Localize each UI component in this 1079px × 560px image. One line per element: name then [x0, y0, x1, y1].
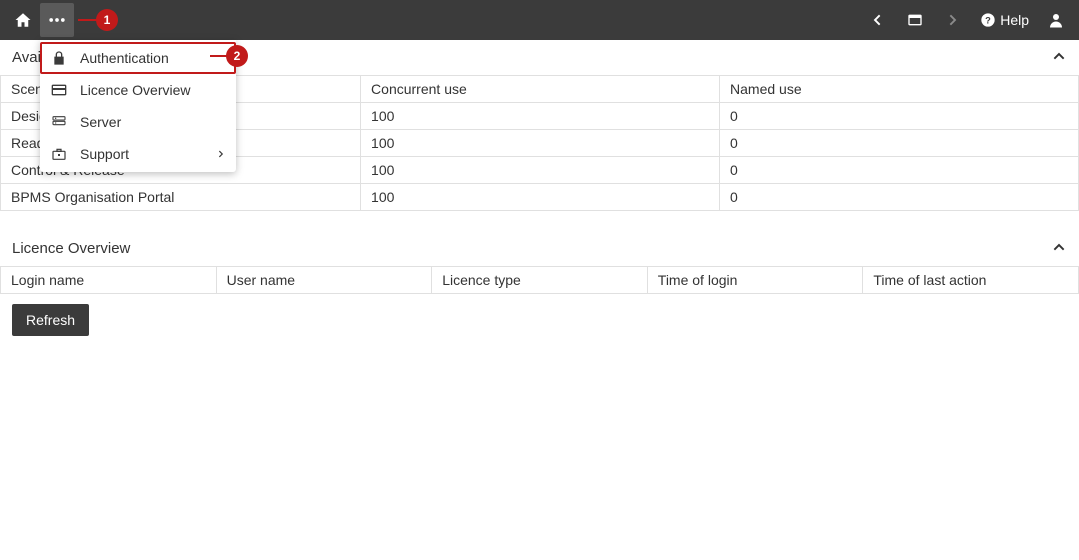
cell-named: 0 [720, 130, 1079, 157]
home-button[interactable] [6, 3, 40, 37]
svg-text:?: ? [985, 15, 991, 25]
chevron-up-icon [1051, 48, 1067, 67]
more-menu-button[interactable] [40, 3, 74, 37]
support-icon [50, 145, 68, 163]
table-row[interactable]: BPMS Organisation Portal 100 0 [1, 184, 1079, 211]
menu-item-label: Authentication [80, 50, 226, 66]
user-icon [1047, 11, 1065, 29]
col-header[interactable]: Time of login [647, 267, 863, 294]
chevron-left-icon [869, 12, 885, 28]
col-header[interactable]: Named use [720, 76, 1079, 103]
home-icon [14, 11, 32, 29]
user-button[interactable] [1039, 3, 1073, 37]
col-header[interactable]: Licence type [432, 267, 648, 294]
cell-named: 0 [720, 184, 1079, 211]
section-header-overview[interactable]: Licence Overview [0, 231, 1079, 266]
help-icon: ? [980, 12, 996, 28]
topbar: ? Help [0, 0, 1079, 40]
refresh-button[interactable]: Refresh [12, 304, 89, 336]
chevron-up-icon [1051, 239, 1067, 258]
cell-concurrent: 100 [361, 103, 720, 130]
help-button[interactable]: ? Help [974, 12, 1035, 28]
cell-named: 0 [720, 103, 1079, 130]
ellipsis-icon [47, 10, 67, 30]
col-header[interactable]: Login name [1, 267, 217, 294]
chevron-right-icon [216, 146, 226, 162]
section-title: Licence Overview [12, 240, 130, 257]
help-label: Help [1000, 12, 1029, 28]
cell-concurrent: 100 [361, 130, 720, 157]
menu-item-label: Server [80, 114, 226, 130]
menu-item-server[interactable]: Server [40, 106, 236, 138]
server-icon [50, 113, 68, 131]
card-icon [50, 81, 68, 99]
col-header[interactable]: Time of last action [863, 267, 1079, 294]
cell-concurrent: 100 [361, 157, 720, 184]
licence-overview-table: Login name User name Licence type Time o… [0, 266, 1079, 294]
menu-item-label: Licence Overview [80, 82, 226, 98]
cell-scenario: BPMS Organisation Portal [1, 184, 361, 211]
menu-item-support[interactable]: Support [40, 138, 236, 170]
more-menu: Authentication Licence Overview Server S… [40, 40, 236, 172]
cell-named: 0 [720, 157, 1079, 184]
chevron-right-icon [945, 12, 961, 28]
col-header[interactable]: Concurrent use [361, 76, 720, 103]
table-header-row: Login name User name Licence type Time o… [1, 267, 1079, 294]
lock-icon [50, 49, 68, 67]
col-header[interactable]: User name [216, 267, 432, 294]
cell-concurrent: 100 [361, 184, 720, 211]
window-button[interactable] [898, 3, 932, 37]
window-icon [907, 12, 923, 28]
nav-back-button[interactable] [860, 3, 894, 37]
menu-item-authentication[interactable]: Authentication [40, 42, 236, 74]
nav-forward-button [936, 3, 970, 37]
menu-item-licence-overview[interactable]: Licence Overview [40, 74, 236, 106]
menu-item-label: Support [80, 146, 204, 162]
